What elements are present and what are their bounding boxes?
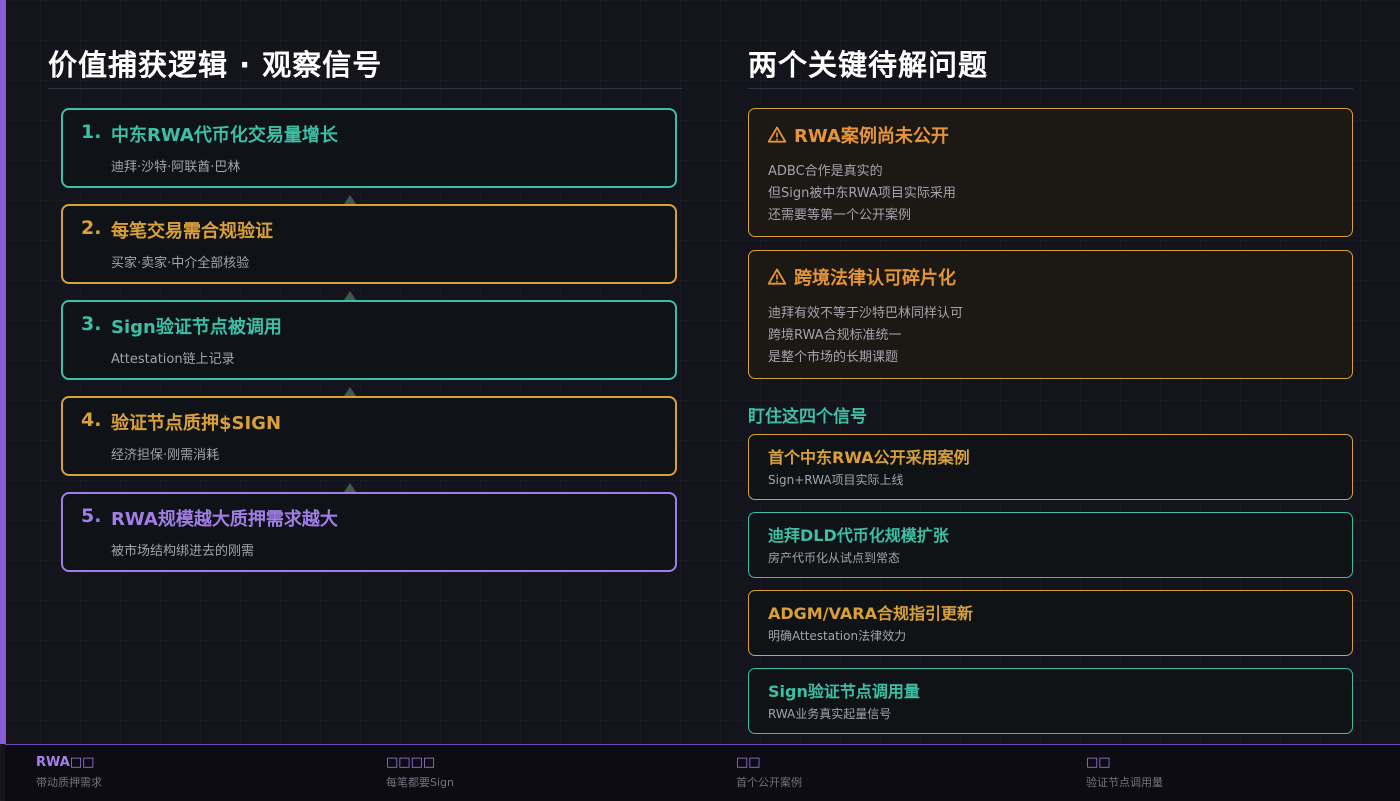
footer-label: □□ [736,755,761,770]
step-subtitle: 被市场结构绑进去的刚需 [111,544,255,559]
footer-label: RWA□□ [36,755,95,770]
step-number: 3. [81,313,102,335]
warning-icon [767,268,787,285]
step-subtitle: Attestation链上记录 [111,352,235,367]
step-title: 中东RWA代币化交易量增长 [111,125,338,146]
footer-bar: RWA□□ 带动质押需求 □□□□ 每笔都要Sign □□ 首个公开案例 □□ … [5,744,1400,801]
signal-title: 迪拜DLD代币化规模扩张 [768,526,949,545]
left-divider [48,88,682,89]
step-number: 5. [81,505,102,527]
step-card-4: 4. 验证节点质押$SIGN 经济担保·刚需消耗 [61,396,677,476]
step-number: 2. [81,217,102,239]
signal-card-2: 迪拜DLD代币化规模扩张 房产代币化从试点到常态 [748,512,1353,578]
flow-arrow-icon [344,387,356,396]
step-title: 验证节点质押$SIGN [111,413,282,434]
step-card-1: 1. 中东RWA代币化交易量增长 迪拜·沙特·阿联酋·巴林 [61,108,677,188]
signal-subtitle: 明确Attestation法律效力 [768,629,907,643]
step-subtitle: 买家·卖家·中介全部核验 [111,256,250,271]
footer-subtitle: 每笔都要Sign [386,776,454,789]
footer-label: □□□□ [386,755,436,770]
right-divider [748,88,1353,89]
step-title: Sign验证节点被调用 [111,317,282,338]
signal-title: Sign验证节点调用量 [768,682,920,701]
step-card-5: 5. RWA规模越大质押需求越大 被市场结构绑进去的刚需 [61,492,677,572]
issue-line: 还需要等第一个公开案例 [768,208,912,223]
issue-line: ADBC合作是真实的 [768,164,883,179]
flow-arrow-icon [344,195,356,204]
step-subtitle: 经济担保·刚需消耗 [111,448,220,463]
footer-subtitle: 首个公开案例 [736,776,802,789]
flow-arrow-icon [344,483,356,492]
step-subtitle: 迪拜·沙特·阿联酋·巴林 [111,160,241,175]
step-card-3: 3. Sign验证节点被调用 Attestation链上记录 [61,300,677,380]
step-number: 1. [81,121,102,143]
right-heading: 两个关键待解问题 [748,48,989,82]
footer-subtitle: 带动质押需求 [36,776,102,789]
signal-title: ADGM/VARA合规指引更新 [768,604,973,623]
footer-item-2: □□□□ 每笔都要Sign [386,755,454,790]
signal-subtitle: Sign+RWA项目实际上线 [768,473,904,487]
step-title: 每笔交易需合规验证 [111,221,273,242]
step-card-2: 2. 每笔交易需合规验证 买家·卖家·中介全部核验 [61,204,677,284]
issue-card-1: RWA案例尚未公开 ADBC合作是真实的 但Sign被中东RWA项目实际采用 还… [748,108,1353,237]
signal-card-4: Sign验证节点调用量 RWA业务真实起量信号 [748,668,1353,734]
issue-line: 是整个市场的长期课题 [768,350,899,365]
issue-card-2: 跨境法律认可碎片化 迪拜有效不等于沙特巴林同样认可 跨境RWA合规标准统一 是整… [748,250,1353,379]
issue-line: 迪拜有效不等于沙特巴林同样认可 [768,306,964,321]
issue-title: RWA案例尚未公开 [794,126,949,147]
issue-line: 跨境RWA合规标准统一 [768,328,902,343]
signal-card-1: 首个中东RWA公开采用案例 Sign+RWA项目实际上线 [748,434,1353,500]
signal-subtitle: 房产代币化从试点到常态 [768,551,901,565]
signal-subtitle: RWA业务真实起量信号 [768,707,892,721]
issue-line: 但Sign被中东RWA项目实际采用 [768,186,956,201]
step-number: 4. [81,409,102,431]
footer-subtitle: 验证节点调用量 [1086,776,1163,789]
signals-heading: 盯住这四个信号 [748,407,867,427]
left-heading: 价值捕获逻辑 · 观察信号 [48,48,383,82]
signal-title: 首个中东RWA公开采用案例 [768,448,970,467]
flow-arrow-icon [344,291,356,300]
step-title: RWA规模越大质押需求越大 [111,509,338,530]
warning-icon [767,126,787,143]
footer-item-3: □□ 首个公开案例 [736,755,802,790]
signal-card-3: ADGM/VARA合规指引更新 明确Attestation法律效力 [748,590,1353,656]
footer-label: □□ [1086,755,1111,770]
footer-item-1: RWA□□ 带动质押需求 [36,755,102,790]
issue-title: 跨境法律认可碎片化 [794,268,956,289]
footer-item-4: □□ 验证节点调用量 [1086,755,1163,790]
left-accent-bar [0,0,6,744]
